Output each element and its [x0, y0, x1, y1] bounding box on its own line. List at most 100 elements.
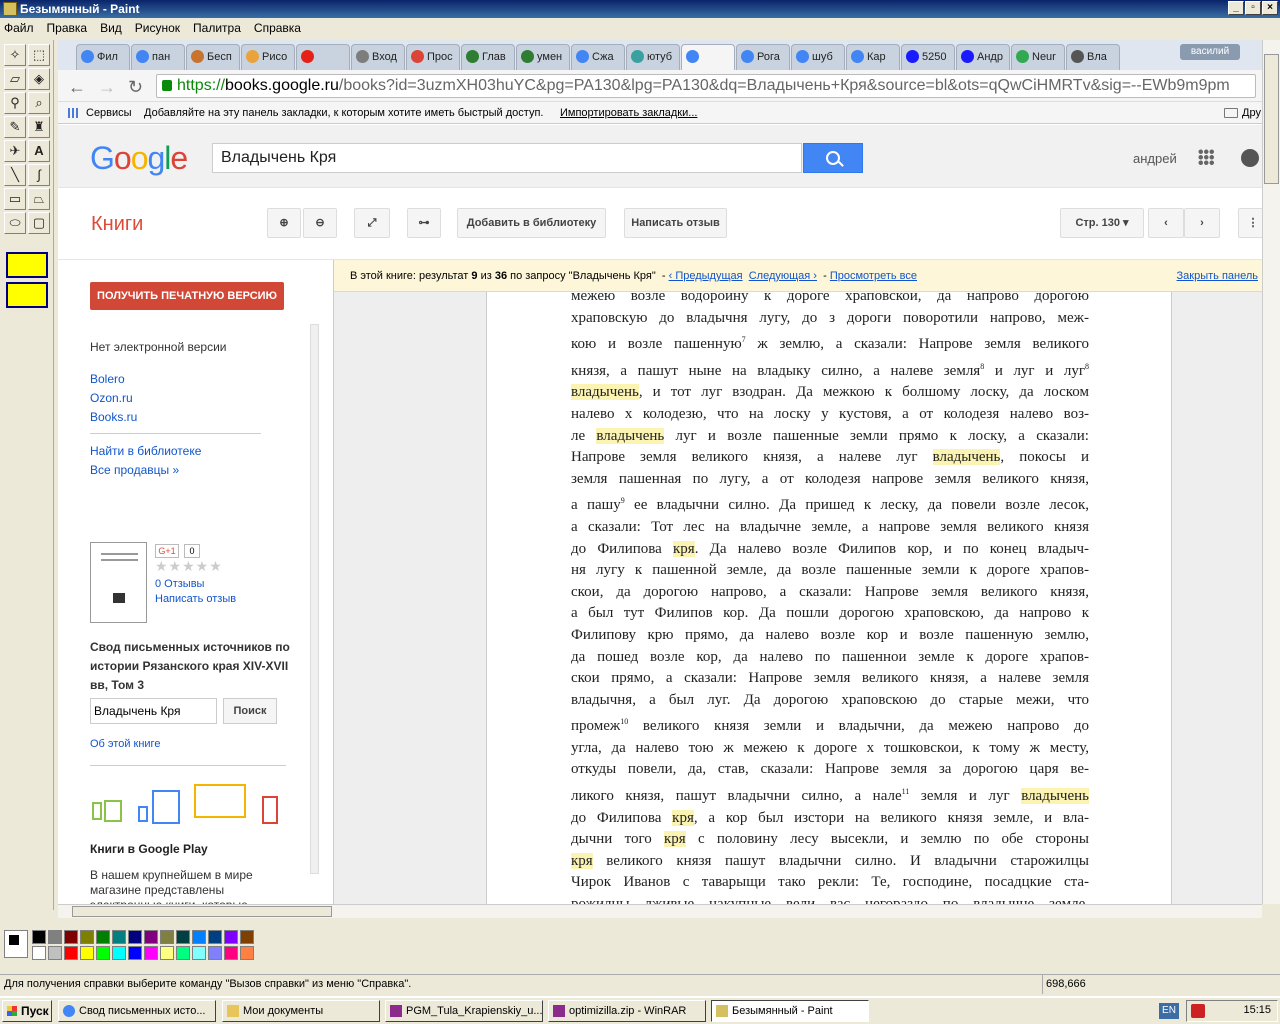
reviews-link[interactable]: 0 Отзывы	[155, 578, 204, 590]
menu-view[interactable]: Вид	[100, 21, 122, 35]
browser-tab[interactable]: 5250	[901, 44, 955, 70]
browser-tab[interactable]: пан	[131, 44, 185, 70]
color-swatch[interactable]	[64, 946, 78, 960]
task-chrome[interactable]: Свод письменных исто...	[58, 1000, 216, 1022]
browser-tab[interactable]: Neur	[1011, 44, 1065, 70]
color-swatch[interactable]	[112, 946, 126, 960]
fullscreen-icon[interactable]: ⤢	[354, 208, 390, 238]
store-link-ozon[interactable]: Ozon.ru	[90, 391, 133, 405]
color-swatch[interactable]	[96, 946, 110, 960]
sidebar-scrollbar[interactable]	[310, 324, 319, 874]
tool-option-opaque[interactable]	[6, 252, 48, 278]
bookmark-services[interactable]: Сервисы	[86, 102, 132, 124]
task-winrar[interactable]: optimizilla.zip - WinRAR	[548, 1000, 706, 1022]
browser-tab[interactable]: Глав	[461, 44, 515, 70]
language-indicator[interactable]: EN	[1159, 1003, 1179, 1019]
brush-icon[interactable]: ♜	[28, 116, 50, 138]
line-icon[interactable]: ╲	[4, 164, 26, 186]
color-swatch[interactable]	[128, 930, 142, 944]
color-swatch[interactable]	[224, 946, 238, 960]
menu-image[interactable]: Рисунок	[135, 21, 180, 35]
add-to-library-button[interactable]: Добавить в библиотеку	[457, 208, 606, 238]
menu-edit[interactable]: Правка	[47, 21, 88, 35]
color-swatch[interactable]	[192, 946, 206, 960]
color-swatch[interactable]	[208, 930, 222, 944]
in-book-search-button[interactable]: Поиск	[223, 698, 277, 724]
start-button[interactable]: Пуск	[2, 1000, 52, 1022]
browser-tab[interactable]: Бесп	[186, 44, 240, 70]
apps-icon[interactable]	[68, 108, 78, 118]
color-swatch[interactable]	[160, 946, 174, 960]
prev-result-link[interactable]: ‹ Предыдущая	[669, 270, 743, 282]
import-bookmarks-link[interactable]: Импортировать закладки...	[560, 102, 697, 124]
browser-tab[interactable]: Кар	[846, 44, 900, 70]
link-icon[interactable]: ⊶	[407, 208, 441, 238]
maximize-button[interactable]: ▫	[1245, 1, 1261, 15]
browser-tab[interactable]: Рога	[736, 44, 790, 70]
magnifier-icon[interactable]: ⌕	[28, 92, 50, 114]
page-select[interactable]: Стр. 130 ▾	[1060, 208, 1144, 238]
color-swatch[interactable]	[144, 930, 158, 944]
color-swatch[interactable]	[128, 946, 142, 960]
menu-colors[interactable]: Палитра	[193, 21, 241, 35]
color-swatch[interactable]	[176, 930, 190, 944]
view-all-link[interactable]: Просмотреть все	[830, 270, 917, 282]
next-page-icon[interactable]: ›	[1184, 208, 1220, 238]
color-swatch[interactable]	[112, 930, 126, 944]
close-panel-link[interactable]: Закрыть панель	[1177, 260, 1258, 292]
browser-tab[interactable]: Андр	[956, 44, 1010, 70]
polygon-icon[interactable]: ⏢	[28, 188, 50, 210]
color-picker-icon[interactable]: ⚲	[4, 92, 26, 114]
paint-canvas[interactable]: Фил пан Бесп Рисо Вход Прос Глав умен Сжа ютуб Рог…	[58, 40, 1262, 904]
color-swatch[interactable]	[80, 946, 94, 960]
zoom-out-icon[interactable]: ⊖	[303, 208, 337, 238]
tool-option-transparent[interactable]	[6, 282, 48, 308]
books-label[interactable]: Книги	[91, 213, 143, 236]
rect-select-icon[interactable]: ⬚	[28, 44, 50, 66]
notifications-icon[interactable]	[1241, 149, 1259, 167]
zoom-in-icon[interactable]: ⊕	[267, 208, 301, 238]
store-link-bolero[interactable]: Bolero	[90, 372, 125, 386]
gplus-button[interactable]: G+1	[155, 544, 179, 558]
eraser-icon[interactable]: ▱	[4, 68, 26, 90]
google-search-input[interactable]: Владычень Кря	[212, 143, 802, 173]
ellipse-icon[interactable]: ⬭	[4, 212, 26, 234]
forward-icon[interactable]: →	[98, 77, 116, 98]
user-name[interactable]: андрей	[1133, 151, 1177, 166]
color-swatch[interactable]	[160, 930, 174, 944]
vertical-scrollbar[interactable]	[1262, 40, 1280, 904]
other-bookmarks[interactable]: Дру	[1242, 102, 1261, 124]
minimize-button[interactable]: _	[1228, 1, 1244, 15]
url-input[interactable]: https://books.google.ru/books?id=3uzmXH0…	[156, 74, 1256, 98]
find-library-link[interactable]: Найти в библиотеке	[90, 444, 201, 458]
browser-tab[interactable]: Сжа	[571, 44, 625, 70]
write-review-button[interactable]: Написать отзыв	[624, 208, 727, 238]
task-paint[interactable]: Безымянный - Paint	[711, 1000, 869, 1022]
menu-help[interactable]: Справка	[254, 21, 301, 35]
browser-tab[interactable]: шуб	[791, 44, 845, 70]
google-logo[interactable]: Google	[90, 140, 188, 177]
tray-app-icon[interactable]	[1191, 1004, 1205, 1018]
browser-tab[interactable]: Фил	[76, 44, 130, 70]
airbrush-icon[interactable]: ✈	[4, 140, 26, 162]
color-swatch[interactable]	[64, 930, 78, 944]
browser-tab[interactable]: Прос	[406, 44, 460, 70]
get-print-button[interactable]: ПОЛУЧИТЬ ПЕЧАТНУЮ ВЕРСИЮ	[90, 282, 284, 310]
color-swatch[interactable]	[48, 946, 62, 960]
reload-icon[interactable]: ↻	[128, 77, 143, 98]
search-icon[interactable]	[803, 143, 863, 173]
book-cover-thumbnail[interactable]	[90, 542, 147, 623]
rounded-rect-icon[interactable]: ▢	[28, 212, 50, 234]
task-pgm[interactable]: PGM_Tula_Krapienskiy_u...	[385, 1000, 543, 1022]
about-book-link[interactable]: Об этой книге	[90, 738, 160, 750]
browser-tab[interactable]: ютуб	[626, 44, 680, 70]
more-icon[interactable]: ⋮	[1238, 208, 1262, 238]
color-swatch[interactable]	[96, 930, 110, 944]
color-swatch[interactable]	[144, 946, 158, 960]
book-page[interactable]: межею возле водороину к дороге храповско…	[486, 292, 1172, 904]
color-swatch[interactable]	[224, 930, 238, 944]
store-link-books[interactable]: Books.ru	[90, 410, 137, 424]
scroll-thumb[interactable]	[1264, 54, 1279, 184]
color-swatch[interactable]	[240, 930, 254, 944]
color-swatch[interactable]	[32, 930, 46, 944]
